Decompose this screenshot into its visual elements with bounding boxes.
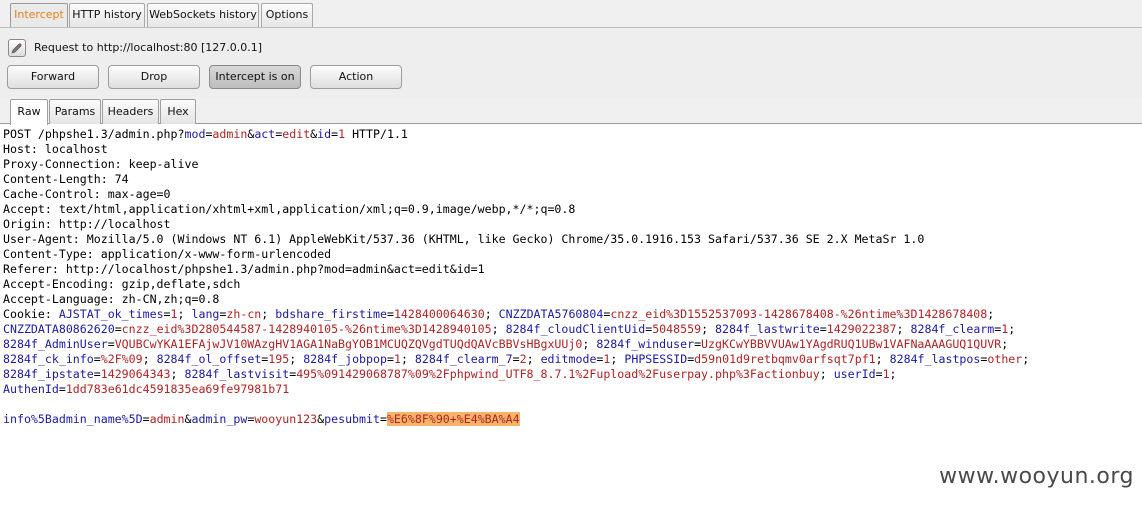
tab-raw[interactable]: Raw [10, 99, 48, 125]
cookie-name: CNZZDATA5760804 [498, 307, 604, 321]
cookie-name: AJSTAT_ok_times [58, 307, 164, 321]
cookie-name: lang [191, 307, 220, 321]
body-param-name: info%5Badmin_name%5D [3, 412, 143, 426]
cookie-value: 1429022387 [826, 322, 897, 336]
body-param-value: admin [149, 412, 185, 426]
tab-intercept[interactable]: Intercept [10, 3, 68, 27]
cookie-name: 8284f_lastwrite [715, 322, 820, 336]
edit-pencil-icon[interactable] [8, 39, 26, 57]
query-param-value: edit [282, 127, 311, 141]
cookie-name: 8284f_ipstate [3, 367, 94, 381]
query-param-name: act [254, 127, 276, 141]
cookie-value: 1428400064630 [393, 307, 485, 321]
cookie-name: 8284f_jobpop [303, 352, 387, 366]
cookie-name: bdshare_firstime [275, 307, 387, 321]
cookie-value: 195 [268, 352, 290, 366]
cookie-value: d59n01d9retbqmv0arfsqt7pf1 [694, 352, 876, 366]
tab-websockets-history[interactable]: WebSockets history [147, 3, 259, 27]
top-tab-bar: Intercept HTTP history WebSockets histor… [0, 0, 1142, 28]
cookie-value: 1dd783e61dc4591835ea69fe97981b71 [65, 382, 290, 396]
cookie-value: cnzz_eid%3D1552537093-1428678408-%26ntim… [610, 307, 988, 321]
cookie-value: other [987, 352, 1023, 366]
tab-headers[interactable]: Headers [102, 99, 159, 124]
cookie-value: cnzz_eid%3D280544587-1428940105-%26ntime… [121, 322, 492, 336]
selected-body-param-value: %E6%8F%90+%E4%BA%A4 [386, 412, 520, 426]
cookie-value: zh-cn [226, 307, 262, 321]
request-target-label: Request to http://localhost:80 [127.0.0.… [34, 41, 263, 54]
body-param-name: admin_pw [191, 412, 248, 426]
cookie-value: 1 [603, 352, 611, 366]
watermark: www.wooyun.org [939, 464, 1134, 489]
cookie-value: 1 [882, 367, 890, 381]
cookie-value: 1 [1001, 322, 1009, 336]
tab-http-history[interactable]: HTTP history [69, 3, 145, 27]
cookie-value: VQUBCwYKA1EFAjwJV10WAzgHV1AGA1NaBgYOB1MC… [114, 337, 583, 351]
cookie-value: 1 [393, 352, 401, 366]
drop-button[interactable]: Drop [108, 65, 200, 89]
cookie-value: 495%091429068787%09%2Fphpwind_UTF8_8.7.1… [296, 367, 820, 381]
cookie-name: editmode [540, 352, 597, 366]
cookie-value: 1429064343 [100, 367, 171, 381]
tab-params[interactable]: Params [49, 99, 101, 124]
cookie-name: 8284f_lastvisit [184, 367, 290, 381]
cookie-name: PHPSESSID [624, 352, 688, 366]
body-param-name: pesubmit [324, 412, 380, 426]
cookie-name: 8284f_cloudClientUid [505, 322, 646, 336]
query-param-value: 1 [338, 127, 346, 141]
raw-request-editor[interactable]: POST /phpshe1.3/admin.php?mod=admin&act=… [0, 125, 1142, 508]
body-param-value: wooyun123 [254, 412, 318, 426]
tab-hex[interactable]: Hex [160, 99, 196, 124]
intercept-toggle-button[interactable]: Intercept is on [209, 65, 301, 89]
cookie-name: 8284f_clearm_7 [414, 352, 513, 366]
cookie-name: 8284f_winduser [596, 337, 695, 351]
message-view-tab-bar: Raw Params Headers Hex [0, 98, 1142, 125]
query-param-name: mod [184, 127, 206, 141]
cookie-name: CNZZDATA80862620 [3, 322, 115, 336]
query-param-value: admin [212, 127, 248, 141]
cookie-value: 1 [170, 307, 178, 321]
tab-options[interactable]: Options [261, 3, 313, 27]
cookie-name: 8284f_clearm [910, 322, 995, 336]
cookie-value: %2F%09 [100, 352, 143, 366]
cookie-value: 5048559 [652, 322, 702, 336]
cookie-name: 8284f_lastpos [889, 352, 981, 366]
cookie-name: AuthenId [3, 382, 59, 396]
cookie-value: UzgKCwYBBVVUAw1YAgdRUQ1UBw1VAFNaAAAGUQ1Q… [701, 337, 1002, 351]
query-param-name: id [317, 127, 332, 141]
cookie-name: 8284f_ol_offset [156, 352, 262, 366]
cookie-name: userId [833, 367, 876, 381]
cookie-name: 8284f_ck_info [3, 352, 94, 366]
cookie-name: 8284f_AdminUser [3, 337, 108, 351]
raw-request-text[interactable]: POST /phpshe1.3/admin.php?mod=admin&act=… [0, 125, 1142, 427]
forward-button[interactable]: Forward [7, 65, 99, 89]
cookie-value: 2 [519, 352, 527, 366]
action-button[interactable]: Action [310, 65, 402, 89]
